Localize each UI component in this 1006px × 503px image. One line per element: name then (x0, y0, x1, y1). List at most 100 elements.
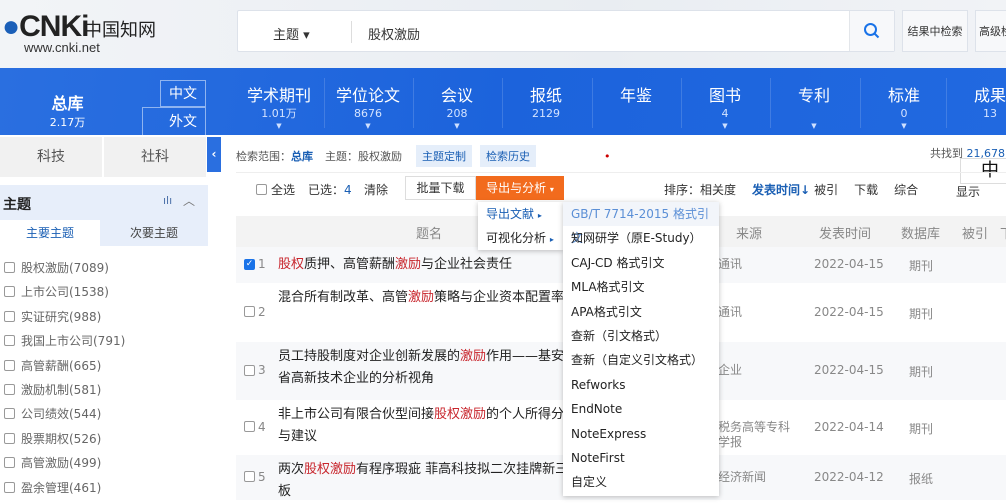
search-in-results-button[interactable]: 结果中检索 (902, 10, 968, 52)
source-cell[interactable]: 通讯 (718, 257, 798, 272)
export-format-item[interactable]: EndNote (563, 397, 719, 421)
dropdown-arrow-icon: ▼ (276, 122, 282, 130)
tab-science[interactable]: 科技 (0, 137, 102, 177)
search-field-select[interactable]: 主题 ▾ (273, 24, 310, 43)
source-cell[interactable]: 税务高等专科学报 (718, 420, 798, 450)
nav-item[interactable]: 年鉴 (593, 86, 679, 106)
clear-button[interactable]: 清除 (364, 181, 388, 198)
date-cell: 2022-04-15 (814, 363, 884, 377)
topic-filter-item[interactable]: 股票期权(526) (4, 430, 101, 447)
topic-filter-item[interactable]: 实证研究(988) (4, 308, 101, 325)
collapse-icon[interactable]: ︿ (183, 192, 195, 209)
topic-filter-item[interactable]: 股权激励(7089) (4, 259, 109, 276)
export-format-item[interactable]: 知网研学（原E-Study） (563, 226, 719, 250)
database-cell: 期刊 (909, 421, 934, 436)
row-checkbox[interactable]: ✓ 1 (244, 257, 266, 271)
export-format-item[interactable]: Refworks (563, 373, 719, 397)
export-format-item[interactable]: APA格式引文 (563, 300, 719, 324)
dropdown-arrow-icon: ▼ (365, 122, 371, 130)
toolbar: 全选 已选：4 清除 批量下载 导出与分析 ▾ 排序： 相关度 发表时间↓ 被引… (236, 172, 1006, 204)
menu-visual-analysis[interactable]: 可视化分析 ▸ (478, 226, 563, 250)
sort-relevance[interactable]: 相关度 (700, 181, 736, 198)
export-format-item[interactable]: MLA格式引文 (563, 275, 719, 299)
article-title-link[interactable]: 股权质押、高管薪酬激励与企业社会责任 (278, 254, 578, 276)
date-cell: 2022-04-15 (814, 257, 884, 271)
dropdown-arrow-icon: ▼ (722, 122, 728, 130)
search-box: 主题 ▾ 股权激励 (237, 10, 895, 52)
database-nav: 总库 2.17万 中文 外文 学术期刊 1.01万 ▼ 学位论文 8676 ▼ 会议 208 ▼… (0, 68, 1006, 135)
search-scope: 检索范围：总库 主题：股权激励 主题定制 检索历史 • (236, 145, 611, 167)
export-format-menu: GB/T 7714-2015 格式引文 知网研学（原E-Study） CAJ-CD … (563, 202, 719, 496)
dropdown-arrow-icon: ▼ (811, 122, 817, 130)
tab-foreign[interactable]: 外文 (142, 107, 206, 135)
export-analysis-button[interactable]: 导出与分析 ▾ (476, 176, 564, 200)
database-cell: 期刊 (909, 306, 934, 321)
nav-item[interactable]: 报纸 2129 (503, 86, 589, 122)
sort-composite[interactable]: 综合 (894, 181, 918, 198)
topic-filter-item[interactable]: 高管激励(499) (4, 454, 101, 471)
topic-filter-item[interactable]: 我国上市公司(791) (4, 332, 125, 349)
search-icon (864, 23, 880, 39)
sidebar-toggle-button[interactable]: ‹ (207, 137, 221, 172)
sort-download[interactable]: 下载 (854, 181, 878, 198)
export-format-item[interactable]: 查新（自定义引文格式） (563, 348, 719, 372)
article-title-link[interactable]: 非上市公司有限合伙型间接股权激励的个人所得分析与建议 (278, 404, 578, 448)
sort-date[interactable]: 发表时间↓ (752, 181, 810, 198)
subtab-main-topic[interactable]: 主要主题 (0, 220, 100, 246)
database-cell: 期刊 (909, 259, 934, 273)
nav-item[interactable]: 成果 13 (947, 86, 1006, 122)
sort-cited[interactable]: 被引 (814, 181, 838, 198)
database-cell: 报纸 (909, 471, 934, 486)
advanced-search-button[interactable]: 高级检 (975, 10, 1006, 52)
select-all-checkbox[interactable]: 全选 (256, 181, 295, 198)
source-cell[interactable]: 通讯 (718, 305, 798, 320)
topic-filter-item[interactable]: 高管薪酬(665) (4, 357, 101, 374)
dropdown-arrow-icon: ▼ (454, 122, 460, 130)
date-cell: 2022-04-12 (814, 469, 884, 484)
search-history-button[interactable]: 检索历史 (480, 145, 536, 167)
row-checkbox[interactable]: 4 (244, 420, 266, 434)
nav-item[interactable]: 图书 4 ▼ (682, 86, 768, 130)
nav-item[interactable]: 会议 208 ▼ (414, 86, 500, 130)
export-format-item[interactable]: NoteExpress (563, 422, 719, 446)
topic-filter-item[interactable]: 公司绩效(544) (4, 405, 101, 422)
subtab-secondary-topic[interactable]: 次要主题 (100, 220, 208, 246)
export-format-item[interactable]: 查新（引文格式） (563, 324, 719, 348)
export-format-item[interactable]: 自定义 (563, 470, 719, 494)
row-checkbox[interactable]: 5 (244, 470, 266, 484)
nav-item[interactable]: 学术期刊 1.01万 ▼ (236, 86, 322, 130)
nav-item[interactable]: 专利 ▼ (771, 86, 857, 130)
tab-chinese[interactable]: 中文 (160, 80, 206, 107)
export-format-item[interactable]: NoteFirst (563, 446, 719, 470)
topic-filter-item[interactable]: 上市公司(1538) (4, 283, 109, 300)
topic-section-header: 主题 ılı ︿ (0, 185, 208, 220)
row-checkbox[interactable]: 2 (244, 305, 266, 319)
article-title-link[interactable]: 混合所有制改革、高管激励策略与企业资本配置率 (278, 287, 578, 309)
export-menu: 导出文献 ▸ 可视化分析 ▸ (478, 202, 563, 250)
nav-item[interactable]: 标准 0 ▼ (861, 86, 947, 130)
search-input[interactable]: 股权激励 (368, 24, 420, 43)
source-cell[interactable]: 经济新闻 (718, 470, 798, 485)
tab-social-science[interactable]: 社科 (104, 137, 206, 177)
topic-custom-button[interactable]: 主题定制 (416, 145, 472, 167)
topic-filter-item[interactable]: 激励机制(581) (4, 381, 101, 398)
export-format-item[interactable]: CAJ-CD 格式引文 (563, 251, 719, 275)
dropdown-arrow-icon: ▼ (901, 122, 907, 130)
export-format-item[interactable]: GB/T 7714-2015 格式引文 (563, 202, 719, 245)
sort-options: 排序： 相关度 发表时间↓ 被引 下载 综合 (664, 181, 919, 198)
nav-item[interactable]: 学位论文 8676 ▼ (325, 86, 411, 130)
topic-filter-item[interactable]: 盈余管理(461) (4, 479, 101, 496)
nav-zongku[interactable]: 总库 2.17万 (20, 90, 115, 130)
search-button[interactable] (849, 11, 894, 51)
menu-export-literature[interactable]: 导出文献 ▸ (478, 202, 563, 226)
article-title-link[interactable]: 员工持股制度对企业创新发展的激励作用——基安徽省高新技术企业的分析视角 (278, 346, 578, 390)
batch-download-button[interactable]: 批量下载 (405, 176, 476, 200)
header: ●CNKi 中国知网 www.cnki.net 主题 ▾ 股权激励 结果中检索 … (0, 0, 1006, 68)
source-cell[interactable]: 企业 (718, 363, 798, 378)
chart-icon[interactable]: ılı (163, 194, 172, 207)
article-title-link[interactable]: 两次股权激励有程序瑕疵 菲高科技拟二次挂牌新三板 (278, 459, 578, 503)
row-checkbox[interactable]: 3 (244, 363, 266, 377)
cnki-logo[interactable]: ●CNKi 中国知网 www.cnki.net (2, 10, 162, 56)
sidebar: 科技 社科 主题 ılı ︿ 主要主题 次要主题 股权激励(7089) 上市公司(… (0, 135, 208, 500)
date-cell: 2022-04-15 (814, 304, 884, 319)
